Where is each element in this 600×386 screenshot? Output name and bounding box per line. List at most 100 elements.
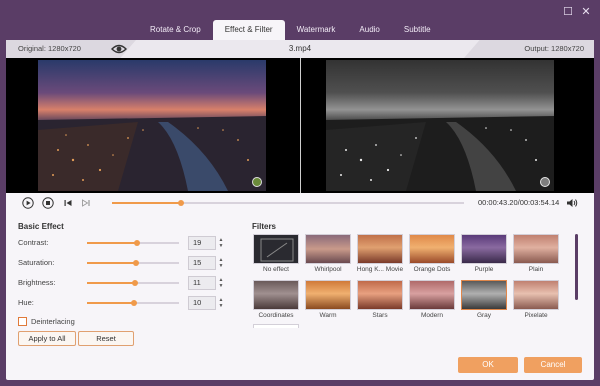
filter-label: Pixelate bbox=[524, 312, 548, 319]
play-icon[interactable] bbox=[22, 197, 34, 209]
watermark-icon bbox=[252, 177, 262, 187]
info-bar: Original: 1280x720 3.mp4 Output: 1280x72… bbox=[6, 40, 594, 58]
deinterlacing-label: Deinterlacing bbox=[31, 317, 75, 326]
tab-bar: Rotate & Crop Effect & Filter Watermark … bbox=[138, 20, 443, 40]
filter-thumbnail[interactable] bbox=[513, 280, 559, 310]
progress-fill bbox=[112, 202, 181, 204]
filter-thumbnail[interactable] bbox=[357, 234, 403, 264]
maximize-icon[interactable]: ☐ bbox=[562, 6, 574, 18]
contrast-slider[interactable] bbox=[87, 240, 179, 246]
brightness-slider[interactable] bbox=[87, 280, 179, 286]
hue-value-field[interactable]: 10 bbox=[188, 296, 216, 310]
hue-slider[interactable] bbox=[87, 300, 179, 306]
contrast-value-field[interactable]: 19 bbox=[188, 236, 216, 250]
tab-rotate-crop[interactable]: Rotate & Crop bbox=[138, 20, 213, 40]
time-readout: 00:00:43.20/00:03:54.14 bbox=[478, 198, 560, 207]
hue-handle[interactable] bbox=[130, 300, 137, 306]
city-night-gray-image bbox=[326, 60, 554, 191]
volume-icon[interactable] bbox=[566, 197, 578, 209]
filter-label: Purple bbox=[474, 266, 494, 273]
next-frame-icon[interactable] bbox=[80, 197, 92, 209]
original-preview bbox=[38, 60, 266, 191]
filter-thumbnail[interactable] bbox=[357, 280, 403, 310]
contrast-handle[interactable] bbox=[133, 240, 140, 246]
filter-thumbnail[interactable] bbox=[305, 234, 351, 264]
filter-item[interactable]: Whirlpool bbox=[305, 234, 351, 276]
stop-icon[interactable] bbox=[42, 197, 54, 209]
saturation-label: Saturation: bbox=[18, 258, 55, 267]
eye-icon[interactable] bbox=[111, 43, 127, 55]
filter-thumbnail[interactable] bbox=[513, 234, 559, 264]
brightness-handle[interactable] bbox=[131, 280, 138, 286]
saturation-stepper[interactable]: ▲ ▼ bbox=[217, 257, 225, 269]
filter-item[interactable]: Plain bbox=[513, 234, 559, 276]
filter-thumbnail[interactable] bbox=[305, 280, 351, 310]
deinterlacing-checkbox[interactable] bbox=[18, 317, 27, 326]
filter-item[interactable]: Gray bbox=[461, 280, 507, 322]
contrast-row: Contrast: 19 ▲ ▼ bbox=[18, 236, 233, 250]
filter-item[interactable]: Orange Dots bbox=[409, 234, 455, 276]
tab-watermark[interactable]: Watermark bbox=[285, 20, 348, 40]
progress-handle[interactable] bbox=[177, 200, 184, 206]
filter-label: Modern bbox=[420, 312, 444, 319]
city-night-image bbox=[38, 60, 266, 191]
brightness-stepper[interactable]: ▲ ▼ bbox=[217, 277, 225, 289]
filter-label: Gray bbox=[476, 312, 492, 319]
tab-audio[interactable]: Audio bbox=[347, 20, 391, 40]
cancel-button[interactable]: Cancel bbox=[524, 357, 582, 373]
filter-label: Orange Dots bbox=[413, 266, 451, 273]
brightness-row: Brightness: 11 ▲ ▼ bbox=[18, 276, 233, 290]
brightness-fill bbox=[87, 282, 135, 284]
filter-item[interactable]: Modern bbox=[409, 280, 455, 322]
filter-label: Coordinates bbox=[258, 312, 294, 319]
filters-scrollbar[interactable] bbox=[575, 234, 578, 300]
tab-subtitle[interactable]: Subtitle bbox=[392, 20, 443, 40]
apply-to-all-button[interactable]: Apply to All bbox=[18, 331, 76, 346]
filter-label: Plain bbox=[528, 266, 544, 273]
filter-label: Hong K... Movie bbox=[356, 266, 404, 273]
reset-button[interactable]: Reset bbox=[78, 331, 134, 346]
tab-effect-filter[interactable]: Effect & Filter bbox=[212, 20, 285, 40]
filter-thumbnail[interactable] bbox=[409, 280, 455, 310]
saturation-fill bbox=[87, 262, 136, 264]
filter-item[interactable]: Stars bbox=[357, 280, 403, 322]
close-icon[interactable]: ✕ bbox=[580, 6, 592, 18]
filter-item[interactable]: Purple bbox=[461, 234, 507, 276]
filter-thumbnail[interactable] bbox=[253, 234, 299, 264]
filter-item[interactable]: Coordinates bbox=[253, 280, 299, 322]
brightness-label: Brightness: bbox=[18, 278, 56, 287]
watermark-icon bbox=[540, 177, 550, 187]
filter-label: No effect bbox=[263, 266, 289, 273]
saturation-value-field[interactable]: 15 bbox=[188, 256, 216, 270]
filter-thumbnail[interactable] bbox=[461, 280, 507, 310]
hue-stepper[interactable]: ▲ ▼ bbox=[217, 297, 225, 309]
editor-panel: Original: 1280x720 3.mp4 Output: 1280x72… bbox=[6, 40, 594, 380]
filter-label: Stars bbox=[372, 312, 388, 319]
hue-row: Hue: 10 ▲ ▼ bbox=[18, 296, 233, 310]
filter-thumbnail[interactable] bbox=[461, 234, 507, 264]
basic-effect-title: Basic Effect bbox=[18, 222, 64, 231]
previous-frame-icon[interactable] bbox=[62, 197, 74, 209]
brightness-value-field[interactable]: 11 bbox=[188, 276, 216, 290]
filter-thumbnail[interactable] bbox=[409, 234, 455, 264]
saturation-slider[interactable] bbox=[87, 260, 179, 266]
contrast-label: Contrast: bbox=[18, 238, 49, 247]
hue-label: Hue: bbox=[18, 298, 34, 307]
hue-fill bbox=[87, 302, 134, 304]
contrast-fill bbox=[87, 242, 137, 244]
saturation-row: Saturation: 15 ▲ ▼ bbox=[18, 256, 233, 270]
filter-label: Warm bbox=[319, 312, 337, 319]
filter-thumbnail-partial bbox=[253, 324, 299, 328]
preview-divider bbox=[300, 58, 301, 193]
filter-item[interactable]: No effect bbox=[253, 234, 299, 276]
progress-slider[interactable] bbox=[112, 200, 464, 206]
filter-thumbnail[interactable] bbox=[253, 280, 299, 310]
preview-area bbox=[6, 58, 594, 193]
ok-button[interactable]: OK bbox=[458, 357, 518, 373]
filter-item[interactable]: Hong K... Movie bbox=[357, 234, 403, 276]
contrast-stepper[interactable]: ▲ ▼ bbox=[217, 237, 225, 249]
filter-item[interactable]: Pixelate bbox=[513, 280, 559, 322]
output-preview bbox=[326, 60, 554, 191]
filter-item[interactable]: Warm bbox=[305, 280, 351, 322]
saturation-handle[interactable] bbox=[132, 260, 139, 266]
